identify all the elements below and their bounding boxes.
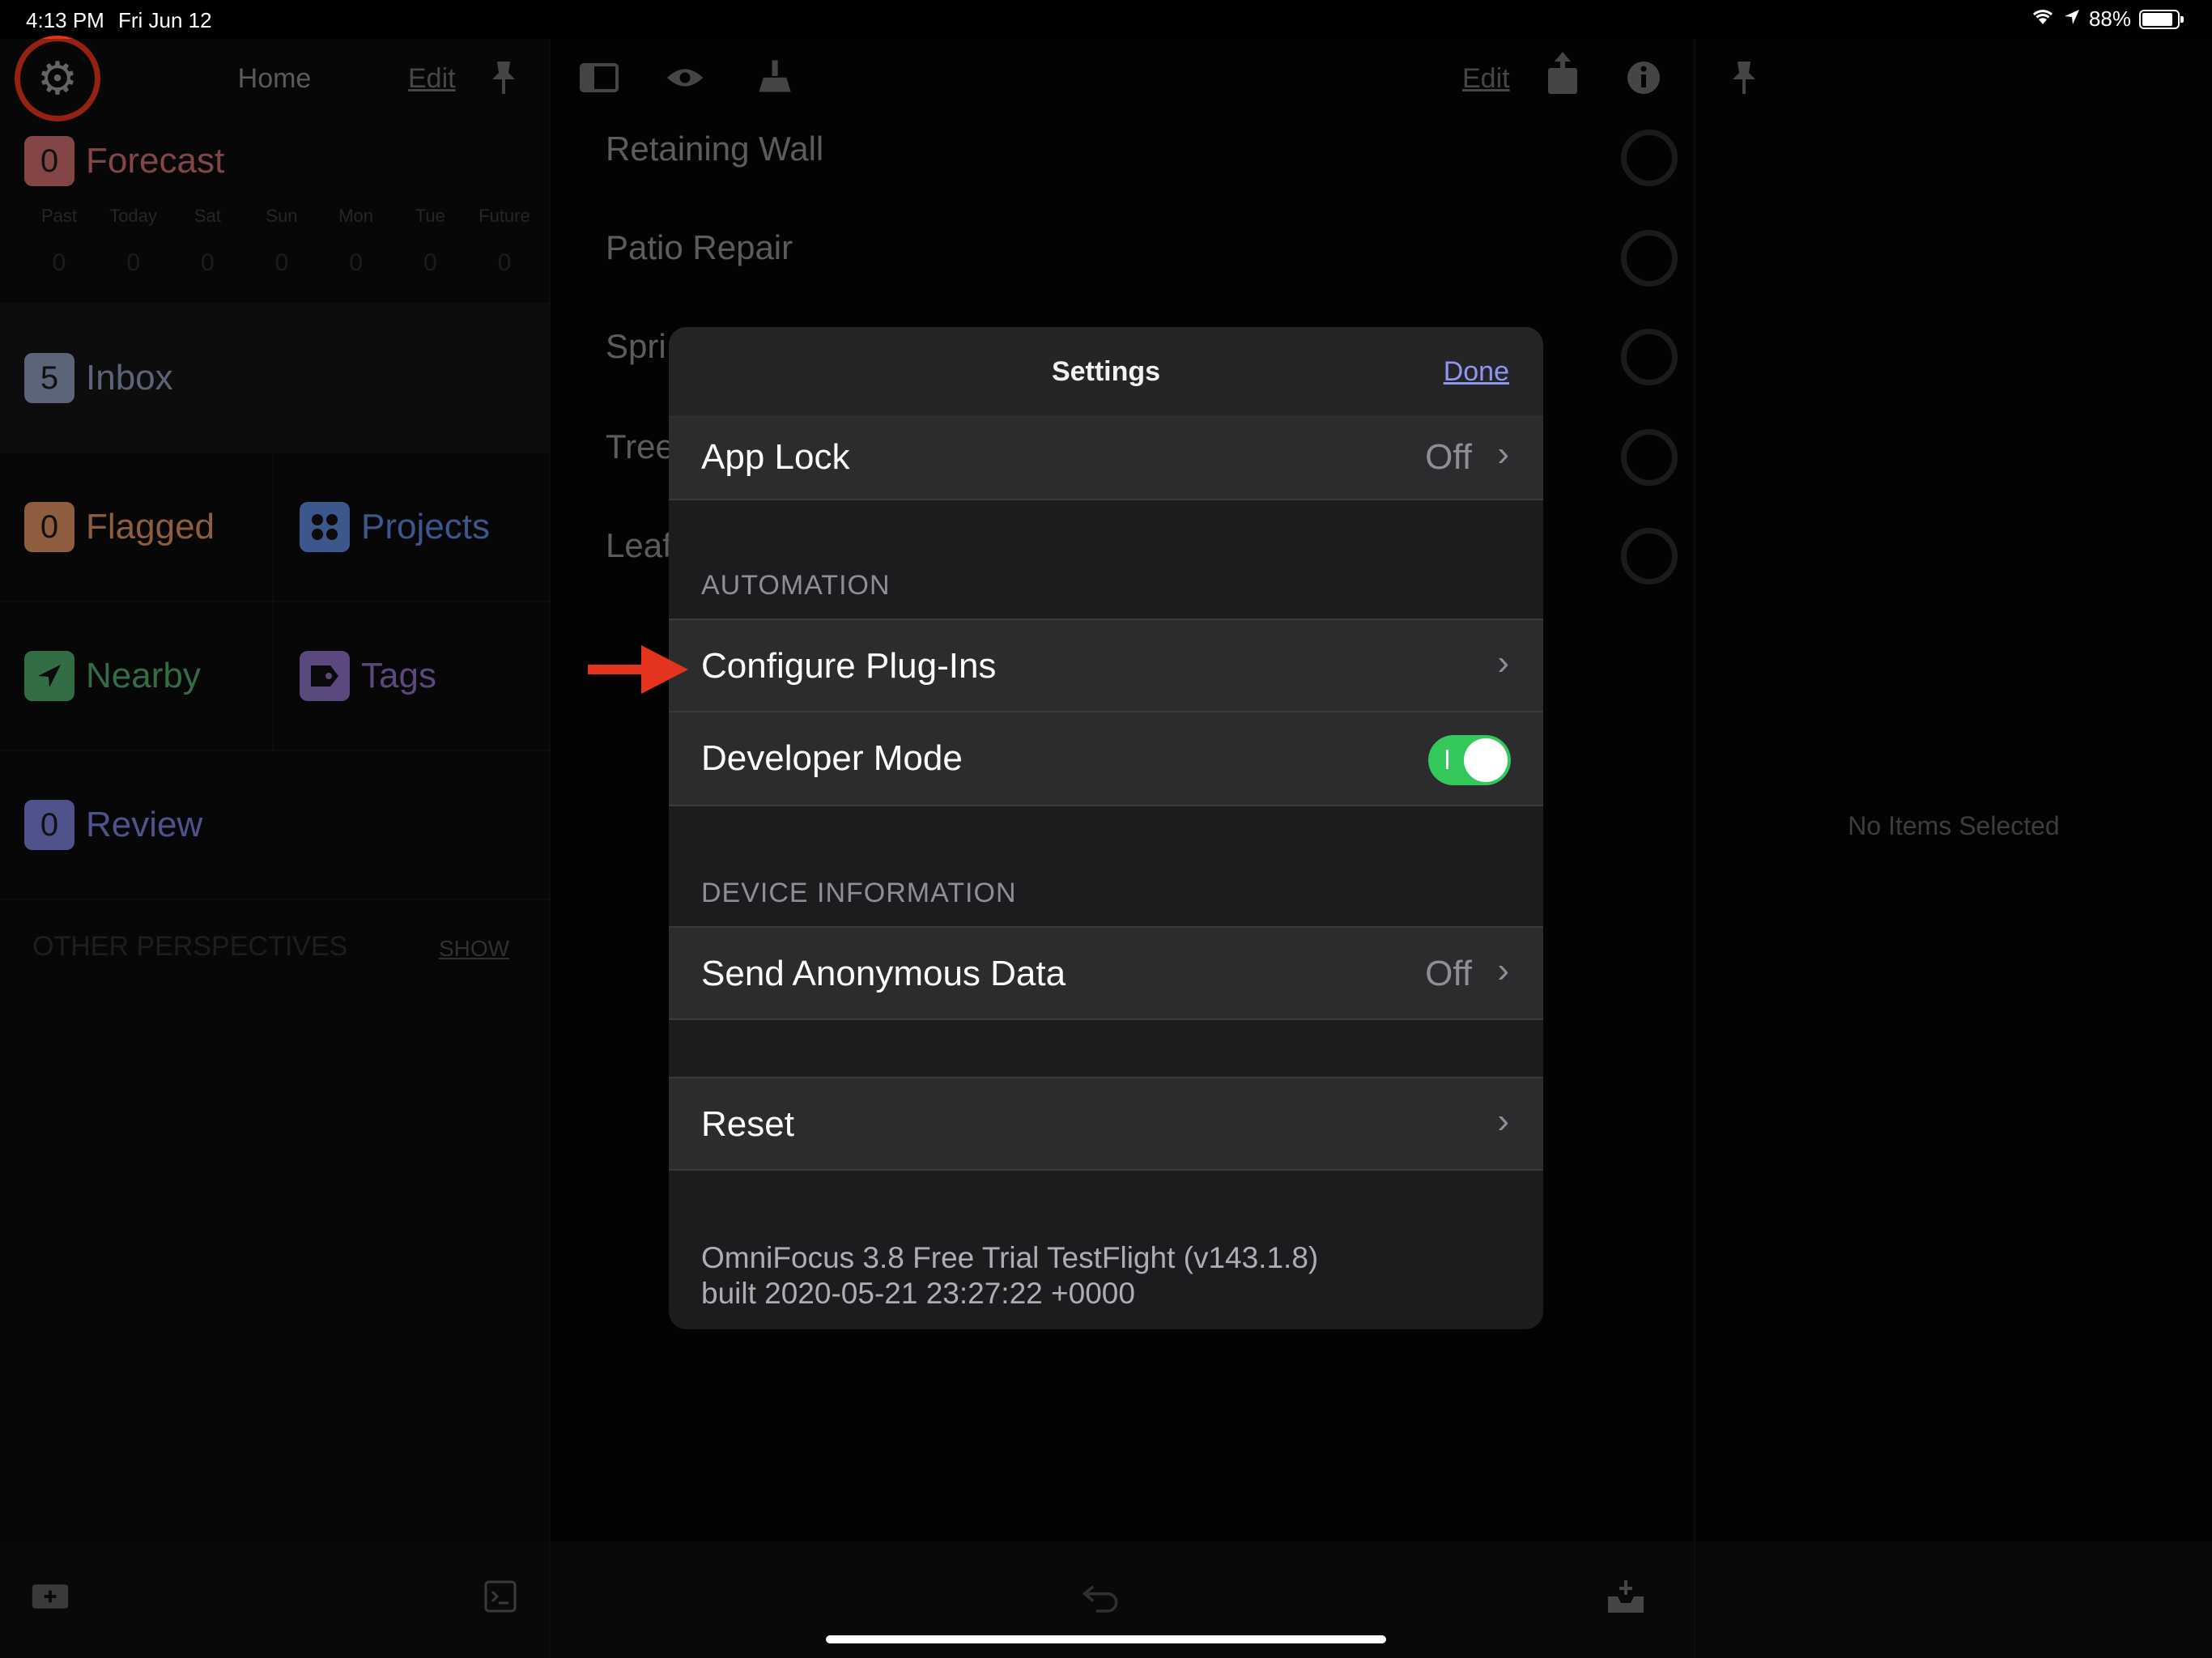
modal-header: Settings Done — [669, 327, 1543, 418]
status-time: 4:13 PM — [26, 8, 104, 32]
chevron-right-icon: › — [1497, 643, 1509, 682]
annotation-arrow-icon — [588, 645, 688, 694]
app-lock-label: App Lock — [701, 437, 850, 477]
configure-plugins-label: Configure Plug-Ins — [701, 646, 997, 686]
settings-modal: Settings Done App Lock Off › AUTOMATION … — [669, 327, 1543, 1329]
chevron-right-icon: › — [1497, 950, 1509, 990]
battery-percent: 88% — [2088, 6, 2131, 31]
toggle-on-mark — [1446, 750, 1448, 769]
automation-section-header: AUTOMATION — [701, 570, 891, 601]
chevron-right-icon: › — [1497, 434, 1509, 474]
home-indicator[interactable] — [826, 1635, 1386, 1643]
app-lock-value: Off — [1425, 437, 1472, 477]
send-anonymous-data-value: Off — [1425, 954, 1472, 993]
status-bar: 4:13 PM Fri Jun 12 88% — [0, 0, 2212, 39]
wifi-icon — [2031, 6, 2055, 32]
battery-icon — [2139, 9, 2184, 29]
developer-mode-toggle[interactable] — [1428, 735, 1511, 785]
configure-plugins-row[interactable]: Configure Plug-Ins › — [669, 619, 1543, 712]
location-icon — [2063, 6, 2081, 32]
chevron-right-icon: › — [1497, 1101, 1509, 1141]
version-line: OmniFocus 3.8 Free Trial TestFlight (v14… — [701, 1241, 1319, 1274]
toggle-knob — [1464, 738, 1508, 782]
status-right: 88% — [2031, 6, 2184, 32]
developer-mode-row: Developer Mode — [669, 712, 1543, 806]
reset-row[interactable]: Reset › — [669, 1077, 1543, 1171]
done-button[interactable]: Done — [1444, 356, 1509, 388]
developer-mode-label: Developer Mode — [701, 738, 963, 778]
build-line: built 2020-05-21 23:27:22 +0000 — [701, 1277, 1135, 1310]
device-info-section-header: DEVICE INFORMATION — [701, 878, 1017, 908]
reset-label: Reset — [701, 1104, 794, 1144]
status-date: Fri Jun 12 — [118, 8, 212, 32]
version-info: OmniFocus 3.8 Free Trial TestFlight (v14… — [701, 1240, 1318, 1312]
send-anonymous-data-row[interactable]: Send Anonymous Data Off › — [669, 926, 1543, 1020]
modal-title: Settings — [1051, 356, 1161, 387]
app-lock-row[interactable]: App Lock Off › — [669, 418, 1543, 500]
send-anonymous-data-label: Send Anonymous Data — [701, 954, 1066, 993]
